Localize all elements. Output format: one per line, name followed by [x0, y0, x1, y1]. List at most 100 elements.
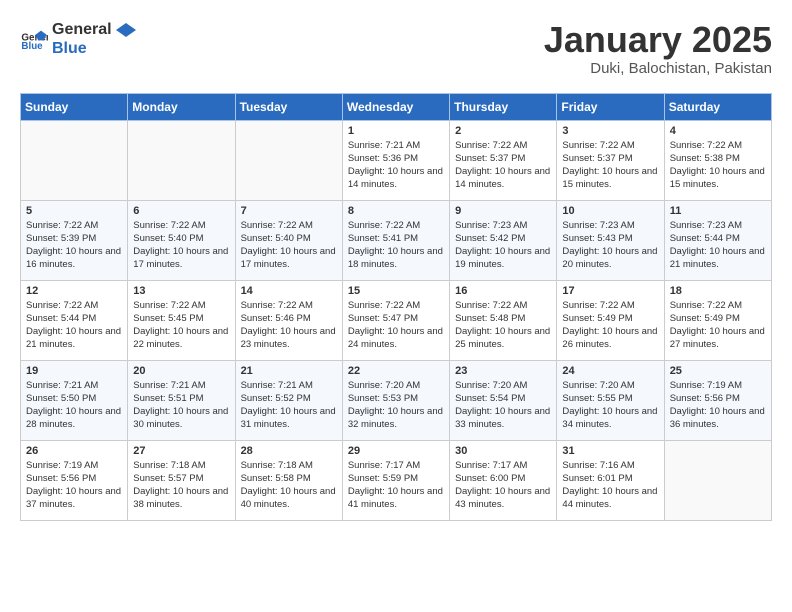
day-number: 27 — [133, 445, 229, 457]
calendar-cell: 29 Sunrise: 7:17 AMSunset: 5:59 PMDayligh… — [342, 440, 449, 520]
day-info: Sunrise: 7:22 AMSunset: 5:44 PMDaylight:… — [26, 299, 122, 352]
calendar-cell: 24 Sunrise: 7:20 AMSunset: 5:55 PMDayligh… — [557, 360, 664, 440]
day-info: Sunrise: 7:22 AMSunset: 5:40 PMDaylight:… — [241, 219, 337, 272]
day-info: Sunrise: 7:22 AMSunset: 5:37 PMDaylight:… — [562, 139, 658, 192]
day-number: 29 — [348, 445, 444, 457]
day-number: 21 — [241, 365, 337, 377]
day-info: Sunrise: 7:22 AMSunset: 5:40 PMDaylight:… — [133, 219, 229, 272]
calendar-cell: 5 Sunrise: 7:22 AMSunset: 5:39 PMDaylight… — [21, 200, 128, 280]
calendar-cell: 20 Sunrise: 7:21 AMSunset: 5:51 PMDayligh… — [128, 360, 235, 440]
day-number: 6 — [133, 205, 229, 217]
calendar-cell: 3 Sunrise: 7:22 AMSunset: 5:37 PMDaylight… — [557, 120, 664, 200]
calendar-cell: 30Sunrise: 7:17 AMSunset: 6:00 PMDayligh… — [450, 440, 557, 520]
calendar-cell: 19Sunrise: 7:21 AMSunset: 5:50 PMDayligh… — [21, 360, 128, 440]
day-number: 28 — [241, 445, 337, 457]
day-info: Sunrise: 7:19 AMSunset: 5:56 PMDaylight:… — [670, 379, 766, 432]
logo-blue-text: Blue — [52, 39, 136, 58]
calendar-cell: 13Sunrise: 7:22 AMSunset: 5:45 PMDayligh… — [128, 280, 235, 360]
day-number: 14 — [241, 285, 337, 297]
day-number: 22 — [348, 365, 444, 377]
day-info: Sunrise: 7:22 AMSunset: 5:37 PMDaylight:… — [455, 139, 551, 192]
calendar-table: SundayMondayTuesdayWednesdayThursdayFrid… — [20, 93, 772, 521]
calendar-cell: 17 Sunrise: 7:22 AMSunset: 5:49 PMDayligh… — [557, 280, 664, 360]
day-number: 24 — [562, 365, 658, 377]
day-info: Sunrise: 7:22 AMSunset: 5:48 PMDaylight:… — [455, 299, 551, 352]
calendar-cell: 22 Sunrise: 7:20 AMSunset: 5:53 PMDayligh… — [342, 360, 449, 440]
day-info: Sunrise: 7:21 AMSunset: 5:50 PMDaylight:… — [26, 379, 122, 432]
calendar-cell — [235, 120, 342, 200]
day-info: Sunrise: 7:18 AMSunset: 5:57 PMDaylight:… — [133, 459, 229, 512]
day-info: Sunrise: 7:19 AMSunset: 5:56 PMDaylight:… — [26, 459, 122, 512]
day-info: Sunrise: 7:17 AMSunset: 6:00 PMDaylight:… — [455, 459, 551, 512]
logo-icon: General Blue — [20, 25, 48, 53]
weekday-header-saturday: Saturday — [664, 93, 771, 120]
day-info: Sunrise: 7:22 AMSunset: 5:49 PMDaylight:… — [562, 299, 658, 352]
day-info: Sunrise: 7:22 AMSunset: 5:39 PMDaylight:… — [26, 219, 122, 272]
day-info: Sunrise: 7:22 AMSunset: 5:38 PMDaylight:… — [670, 139, 766, 192]
day-info: Sunrise: 7:20 AMSunset: 5:55 PMDaylight:… — [562, 379, 658, 432]
day-info: Sunrise: 7:23 AMSunset: 5:42 PMDaylight:… — [455, 219, 551, 272]
day-info: Sunrise: 7:17 AMSunset: 5:59 PMDaylight:… — [348, 459, 444, 512]
calendar-cell: 31 Sunrise: 7:16 AMSunset: 6:01 PMDayligh… — [557, 440, 664, 520]
calendar-cell: 16 Sunrise: 7:22 AMSunset: 5:48 PMDayligh… — [450, 280, 557, 360]
day-number: 25 — [670, 365, 766, 377]
weekday-header-sunday: Sunday — [21, 93, 128, 120]
page-header: General Blue General Blue January 2025 D… — [20, 20, 772, 77]
calendar-cell — [21, 120, 128, 200]
weekday-header-thursday: Thursday — [450, 93, 557, 120]
day-info: Sunrise: 7:20 AMSunset: 5:53 PMDaylight:… — [348, 379, 444, 432]
day-number: 15 — [348, 285, 444, 297]
calendar-cell: 26 Sunrise: 7:19 AMSunset: 5:56 PMDayligh… — [21, 440, 128, 520]
calendar-cell: 27 Sunrise: 7:18 AMSunset: 5:57 PMDayligh… — [128, 440, 235, 520]
day-number: 16 — [455, 285, 551, 297]
logo-general-text: General — [52, 20, 136, 39]
calendar-cell — [128, 120, 235, 200]
weekday-header-friday: Friday — [557, 93, 664, 120]
day-number: 20 — [133, 365, 229, 377]
day-number: 26 — [26, 445, 122, 457]
day-info: Sunrise: 7:18 AMSunset: 5:58 PMDaylight:… — [241, 459, 337, 512]
day-info: Sunrise: 7:22 AMSunset: 5:49 PMDaylight:… — [670, 299, 766, 352]
weekday-header-tuesday: Tuesday — [235, 93, 342, 120]
day-number: 23 — [455, 365, 551, 377]
calendar-cell: 25 Sunrise: 7:19 AMSunset: 5:56 PMDayligh… — [664, 360, 771, 440]
day-number: 12 — [26, 285, 122, 297]
day-number: 8 — [348, 205, 444, 217]
day-number: 17 — [562, 285, 658, 297]
calendar-cell: 21Sunrise: 7:21 AMSunset: 5:52 PMDayligh… — [235, 360, 342, 440]
day-info: Sunrise: 7:22 AMSunset: 5:46 PMDaylight:… — [241, 299, 337, 352]
day-number: 31 — [562, 445, 658, 457]
logo-arrow-icon — [116, 23, 136, 37]
svg-text:Blue: Blue — [21, 41, 43, 52]
calendar-cell: 28 Sunrise: 7:18 AMSunset: 5:58 PMDayligh… — [235, 440, 342, 520]
calendar-cell: 1Sunrise: 7:21 AMSunset: 5:36 PMDaylight… — [342, 120, 449, 200]
calendar-cell: 11Sunrise: 7:23 AMSunset: 5:44 PMDayligh… — [664, 200, 771, 280]
day-number: 5 — [26, 205, 122, 217]
day-info: Sunrise: 7:20 AMSunset: 5:54 PMDaylight:… — [455, 379, 551, 432]
day-number: 1 — [348, 125, 444, 137]
day-number: 11 — [670, 205, 766, 217]
day-info: Sunrise: 7:22 AMSunset: 5:47 PMDaylight:… — [348, 299, 444, 352]
day-number: 3 — [562, 125, 658, 137]
calendar-cell: 9 Sunrise: 7:23 AMSunset: 5:42 PMDaylight… — [450, 200, 557, 280]
calendar-cell: 10Sunrise: 7:23 AMSunset: 5:43 PMDayligh… — [557, 200, 664, 280]
calendar-cell: 18Sunrise: 7:22 AMSunset: 5:49 PMDayligh… — [664, 280, 771, 360]
calendar-cell: 7Sunrise: 7:22 AMSunset: 5:40 PMDaylight… — [235, 200, 342, 280]
calendar-cell: 4 Sunrise: 7:22 AMSunset: 5:38 PMDaylight… — [664, 120, 771, 200]
title-block: January 2025 Duki, Balochistan, Pakistan — [544, 20, 772, 77]
day-number: 4 — [670, 125, 766, 137]
weekday-header-monday: Monday — [128, 93, 235, 120]
calendar-subtitle: Duki, Balochistan, Pakistan — [544, 60, 772, 77]
calendar-cell: 14 Sunrise: 7:22 AMSunset: 5:46 PMDayligh… — [235, 280, 342, 360]
calendar-cell: 8Sunrise: 7:22 AMSunset: 5:41 PMDaylight… — [342, 200, 449, 280]
day-number: 9 — [455, 205, 551, 217]
calendar-cell: 15 Sunrise: 7:22 AMSunset: 5:47 PMDayligh… — [342, 280, 449, 360]
calendar-cell — [664, 440, 771, 520]
day-info: Sunrise: 7:16 AMSunset: 6:01 PMDaylight:… — [562, 459, 658, 512]
day-info: Sunrise: 7:22 AMSunset: 5:45 PMDaylight:… — [133, 299, 229, 352]
calendar-cell: 6 Sunrise: 7:22 AMSunset: 5:40 PMDaylight… — [128, 200, 235, 280]
day-info: Sunrise: 7:21 AMSunset: 5:51 PMDaylight:… — [133, 379, 229, 432]
calendar-cell: 2Sunrise: 7:22 AMSunset: 5:37 PMDaylight… — [450, 120, 557, 200]
calendar-cell: 23 Sunrise: 7:20 AMSunset: 5:54 PMDayligh… — [450, 360, 557, 440]
weekday-header-wednesday: Wednesday — [342, 93, 449, 120]
